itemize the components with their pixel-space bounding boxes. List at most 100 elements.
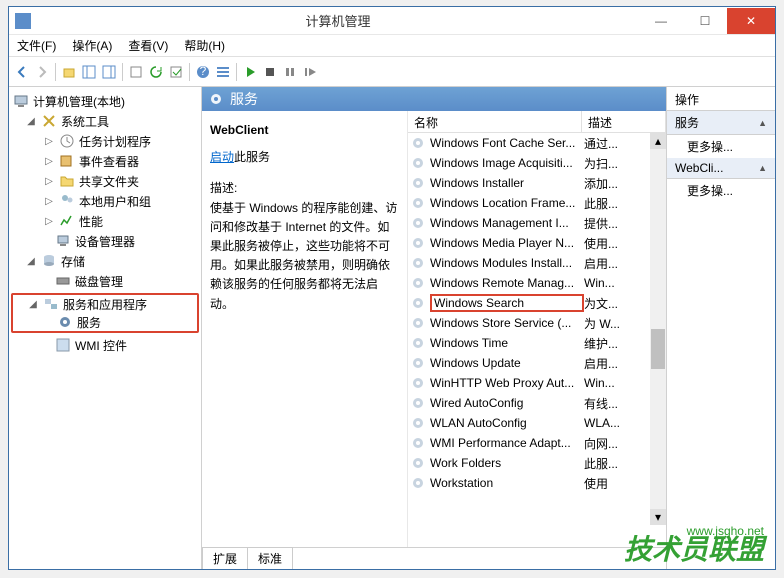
desc-label: 描述: — [210, 179, 399, 198]
titlebar: 计算机管理 — ☐ ✕ — [9, 7, 775, 35]
tree-wmi[interactable]: WMI 控件 — [11, 335, 199, 355]
gear-icon — [410, 335, 426, 351]
gear-icon — [410, 235, 426, 251]
service-list: 名称 描述 Windows Font Cache Ser...通过...Wind… — [407, 111, 666, 547]
list-body[interactable]: Windows Font Cache Ser...通过...Windows Im… — [408, 133, 666, 547]
tree-services[interactable]: 服务 — [13, 313, 197, 331]
up-icon[interactable] — [60, 63, 78, 81]
list-item[interactable]: Windows Installer添加... — [408, 173, 666, 193]
list-icon[interactable] — [214, 63, 232, 81]
gear-icon — [410, 275, 426, 291]
refresh-icon[interactable] — [147, 63, 165, 81]
expand-icon[interactable]: ▷ — [43, 136, 55, 147]
tree-system-tools[interactable]: ◢ 系统工具 — [11, 111, 199, 131]
export-icon[interactable] — [167, 63, 185, 81]
menu-action[interactable]: 操作(A) — [72, 37, 112, 54]
list-item[interactable]: Workstation使用 — [408, 473, 666, 493]
props-icon[interactable] — [127, 63, 145, 81]
menu-view[interactable]: 查看(V) — [128, 37, 168, 54]
forward-icon[interactable] — [33, 63, 51, 81]
tree-services-apps[interactable]: ◢服务和应用程序 — [13, 295, 197, 313]
maximize-button[interactable]: ☐ — [683, 8, 727, 34]
help-icon[interactable]: ? — [194, 63, 212, 81]
service-desc: 为扫... — [584, 155, 618, 172]
play-icon[interactable] — [241, 63, 259, 81]
list-item[interactable]: Work Folders此服... — [408, 453, 666, 473]
service-desc: 向网... — [584, 435, 618, 452]
tree-storage[interactable]: ◢存储 — [11, 251, 199, 271]
service-name: WLAN AutoConfig — [430, 416, 584, 430]
gear-icon — [410, 415, 426, 431]
list-item[interactable]: WMI Performance Adapt...向网... — [408, 433, 666, 453]
service-desc: 使用 — [584, 475, 608, 492]
list-item[interactable]: Windows Update启用... — [408, 353, 666, 373]
list-item[interactable]: Windows Image Acquisiti...为扫... — [408, 153, 666, 173]
gear-icon — [410, 195, 426, 211]
collapse-icon[interactable]: ▲ — [758, 163, 767, 173]
app-icon — [15, 13, 31, 29]
scroll-up-icon[interactable]: ▴ — [650, 133, 666, 149]
list-item[interactable]: WLAN AutoConfigWLA... — [408, 413, 666, 433]
col-desc[interactable]: 描述 — [582, 111, 666, 132]
tree-root[interactable]: 计算机管理(本地) — [11, 91, 199, 111]
stop-icon[interactable] — [261, 63, 279, 81]
scroll-down-icon[interactable]: ▾ — [650, 509, 666, 525]
view1-icon[interactable] — [80, 63, 98, 81]
expand-icon[interactable]: ▷ — [43, 156, 55, 167]
actions-more1[interactable]: 更多操... — [667, 135, 775, 158]
service-name: Windows Store Service (... — [430, 316, 584, 330]
list-item[interactable]: Windows Modules Install...启用... — [408, 253, 666, 273]
list-item[interactable]: Wired AutoConfig有线... — [408, 393, 666, 413]
tab-std[interactable]: 标准 — [247, 547, 293, 569]
gear-icon — [410, 475, 426, 491]
tree-performance[interactable]: ▷性能 — [11, 211, 199, 231]
tree-shared-folders[interactable]: ▷共享文件夹 — [11, 171, 199, 191]
menu-file[interactable]: 文件(F) — [17, 37, 56, 54]
col-name[interactable]: 名称 — [408, 111, 582, 132]
gear-icon — [208, 91, 224, 107]
tree-local-users[interactable]: ▷本地用户和组 — [11, 191, 199, 211]
list-item[interactable]: Windows Store Service (...为 W... — [408, 313, 666, 333]
scroll-thumb[interactable] — [651, 329, 665, 369]
list-item[interactable]: Windows Search为文... — [408, 293, 666, 313]
list-item[interactable]: Windows Remote Manag...Win... — [408, 273, 666, 293]
list-item[interactable]: Windows Time维护... — [408, 333, 666, 353]
close-button[interactable]: ✕ — [727, 8, 775, 34]
restart-icon[interactable] — [301, 63, 319, 81]
expand-icon[interactable]: ◢ — [25, 116, 37, 127]
storage-icon — [41, 253, 57, 269]
actions-section-services[interactable]: 服务▲ — [667, 111, 775, 135]
pause-icon[interactable] — [281, 63, 299, 81]
tree-disk-mgmt[interactable]: 磁盘管理 — [11, 271, 199, 291]
minimize-button[interactable]: — — [639, 8, 683, 34]
tree-event-viewer[interactable]: ▷事件查看器 — [11, 151, 199, 171]
scrollbar[interactable]: ▴ ▾ — [650, 133, 666, 525]
mid-title: 服务 — [230, 89, 258, 109]
start-link[interactable]: 启动 — [210, 150, 234, 164]
actions-section-webclient[interactable]: WebCli...▲ — [667, 158, 775, 179]
list-item[interactable]: Windows Font Cache Ser...通过... — [408, 133, 666, 153]
computer-icon — [13, 93, 29, 109]
actions-more2[interactable]: 更多操... — [667, 179, 775, 202]
collapse-icon[interactable]: ▲ — [758, 118, 767, 128]
view2-icon[interactable] — [100, 63, 118, 81]
tree-task-scheduler[interactable]: ▷任务计划程序 — [11, 131, 199, 151]
service-desc: 有线... — [584, 395, 618, 412]
list-item[interactable]: Windows Management I...提供... — [408, 213, 666, 233]
expand-icon[interactable]: ◢ — [27, 299, 39, 310]
tree-pane[interactable]: 计算机管理(本地) ◢ 系统工具 ▷任务计划程序 ▷事件查看器 ▷共享文件夹 ▷… — [9, 87, 202, 569]
list-header: 名称 描述 — [408, 111, 666, 133]
tree-device-manager[interactable]: 设备管理器 — [11, 231, 199, 251]
tab-ext[interactable]: 扩展 — [202, 547, 248, 569]
service-desc: 此服... — [584, 195, 618, 212]
list-item[interactable]: WinHTTP Web Proxy Aut...Win... — [408, 373, 666, 393]
list-item[interactable]: Windows Location Frame...此服... — [408, 193, 666, 213]
expand-icon[interactable]: ◢ — [25, 256, 37, 267]
expand-icon[interactable]: ▷ — [43, 216, 55, 227]
expand-icon[interactable]: ▷ — [43, 196, 55, 207]
expand-icon[interactable]: ▷ — [43, 176, 55, 187]
list-item[interactable]: Windows Media Player N...使用... — [408, 233, 666, 253]
back-icon[interactable] — [13, 63, 31, 81]
menu-help[interactable]: 帮助(H) — [184, 37, 225, 54]
service-desc: 通过... — [584, 135, 618, 152]
